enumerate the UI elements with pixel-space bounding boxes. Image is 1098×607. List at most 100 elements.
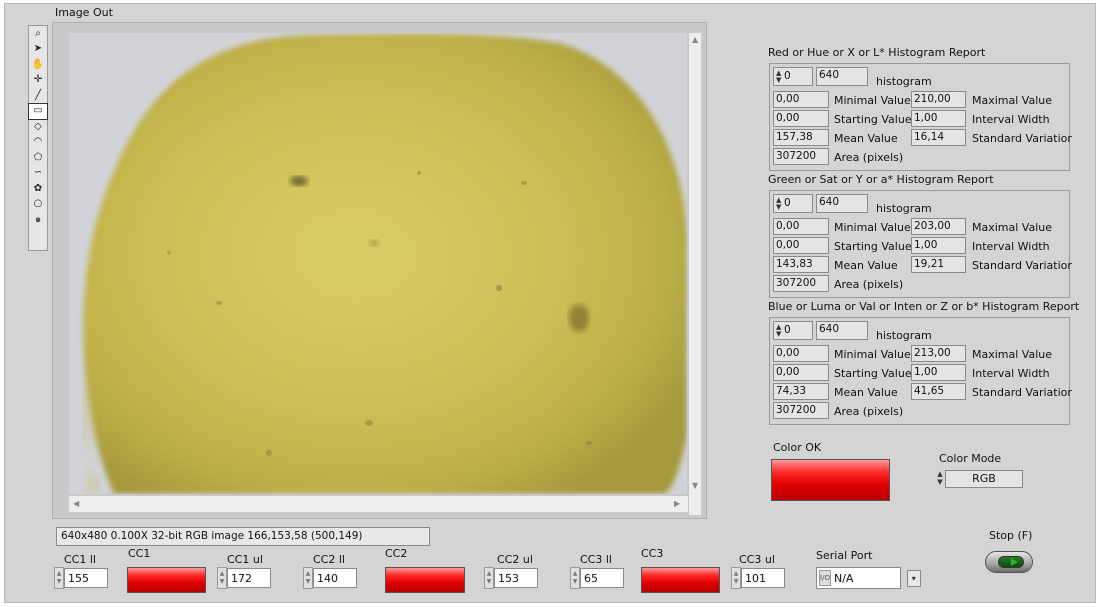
horizontal-scrollbar[interactable]: ◀ ▶	[69, 495, 688, 512]
freehand-tool-icon[interactable]: ∽	[29, 166, 47, 182]
image-display[interactable]	[69, 33, 687, 494]
annulus-icon[interactable]: ◠	[29, 135, 47, 151]
histogram-index-control[interactable]: ▲ ▼ 0	[773, 321, 813, 340]
increment-decrement-icon[interactable]: ▲ ▼	[731, 567, 741, 589]
histogram-report-title: Red or Hue or X or L* Histogram Report	[768, 46, 986, 59]
crosshair-point-icon[interactable]: ✛	[29, 73, 47, 89]
image-out-label: Image Out	[55, 6, 113, 19]
cc2-label: CC2	[385, 547, 408, 560]
roi-toolbar: ⌕ ➤ ✋ ✛ ╱ ▭ ◇ ◠ ⬠ ∽ ✿ ○ ๑	[28, 25, 48, 251]
mean-value-label: Mean Value	[834, 259, 898, 272]
max-value: 203,00	[911, 218, 966, 235]
serial-port-selector[interactable]: I/O N/A ▾	[816, 567, 921, 589]
increment-decrement-icon[interactable]: ▲ ▼	[217, 567, 227, 589]
cc2-ll-input[interactable]: 140	[313, 568, 357, 588]
cc2-ll-control[interactable]: ▲ ▼ 140	[303, 567, 357, 589]
area-value: 307200	[773, 275, 829, 292]
max-value-label: Maximal Value	[972, 348, 1053, 361]
mean-value-label: Mean Value	[834, 386, 898, 399]
cc1-ul-label: CC1 ul	[227, 553, 263, 566]
dropdown-arrow-icon[interactable]: ▾	[906, 569, 921, 587]
spiral-tool-icon[interactable]: ๑	[29, 212, 47, 228]
cc1-ul-control[interactable]: ▲ ▼ 172	[217, 567, 271, 589]
rectangle-tool-icon[interactable]: ▭	[28, 102, 48, 120]
max-value-label: Maximal Value	[972, 221, 1053, 234]
interval-label: Interval Width	[972, 367, 1050, 380]
std-value-label: Standard Variatior	[972, 386, 1072, 399]
serial-port-field[interactable]: I/O N/A	[816, 567, 901, 589]
start-value: 0,00	[773, 237, 829, 254]
cc2-ul-label: CC2 ul	[497, 553, 533, 566]
cc1-label: CC1	[128, 547, 151, 560]
std-value-label: Standard Variatior	[972, 259, 1072, 272]
play-arrow-icon	[1011, 558, 1018, 566]
color-mode-label: Color Mode	[939, 452, 1002, 465]
histogram-index-control[interactable]: ▲ ▼ 0	[773, 67, 813, 86]
cc1-ul-input[interactable]: 172	[227, 568, 271, 588]
stop-button[interactable]	[985, 551, 1033, 573]
cc2-ul-control[interactable]: ▲ ▼ 153	[484, 567, 538, 589]
line-tool-icon[interactable]: ╱	[29, 88, 47, 104]
mean-value-label: Mean Value	[834, 132, 898, 145]
freehand-region-icon[interactable]: ✿	[29, 181, 47, 197]
histogram-size-value: 640	[816, 194, 868, 213]
scroll-down-icon[interactable]: ▼	[692, 481, 698, 490]
color-ok-indicator	[771, 459, 890, 501]
color-mode-selector[interactable]: ▲ ▼ RGB	[935, 470, 1025, 488]
rotated-rectangle-icon[interactable]: ◇	[29, 119, 47, 135]
cc1-ll-input[interactable]: 155	[64, 568, 108, 588]
increment-decrement-icon[interactable]: ▲ ▼	[484, 567, 494, 589]
cc3-ul-input[interactable]: 101	[741, 568, 785, 588]
polygon-tool-icon[interactable]: ⬠	[29, 150, 47, 166]
area-label: Area (pixels)	[834, 278, 904, 291]
color-ok-label: Color OK	[773, 441, 822, 454]
max-value-label: Maximal Value	[972, 94, 1053, 107]
cc1-ll-control[interactable]: ▲ ▼ 155	[54, 567, 108, 589]
cc3-ll-input[interactable]: 65	[580, 568, 624, 588]
interval-label: Interval Width	[972, 113, 1050, 126]
increment-decrement-icon[interactable]: ▲ ▼	[303, 567, 313, 589]
scroll-right-icon[interactable]: ▶	[674, 499, 680, 508]
vertical-scrollbar[interactable]: ▲ ▼	[688, 33, 701, 515]
histogram-index-value: 0	[784, 70, 791, 82]
cc3-label: CC3	[641, 547, 664, 560]
interval-value: 1,00	[911, 237, 966, 254]
increment-decrement-icon[interactable]: ▲ ▼	[54, 567, 64, 589]
pointer-icon[interactable]: ➤	[29, 42, 47, 58]
min-value-label: Minimal Value	[834, 94, 911, 107]
cc3-ll-control[interactable]: ▲ ▼ 65	[570, 567, 624, 589]
start-value-label: Starting Value	[834, 367, 912, 380]
histogram-report-title: Green or Sat or Y or a* Histogram Report	[768, 173, 994, 186]
ring-updown-icon[interactable]: ▲ ▼	[776, 197, 784, 211]
histogram-label: histogram	[876, 329, 932, 342]
scroll-left-icon[interactable]: ◀	[73, 499, 79, 508]
scroll-up-icon[interactable]: ▲	[692, 35, 698, 44]
max-value: 210,00	[911, 91, 966, 108]
area-value: 307200	[773, 402, 829, 419]
min-value: 0,00	[773, 91, 829, 108]
zoom-icon[interactable]: ⌕	[29, 26, 47, 42]
ring-updown-icon[interactable]: ▲ ▼	[935, 470, 945, 488]
cc1-indicator	[127, 567, 206, 593]
oval-tool-icon[interactable]: ○	[29, 197, 47, 213]
cc2-ul-input[interactable]: 153	[494, 568, 538, 588]
start-value-label: Starting Value	[834, 240, 912, 253]
ring-updown-icon[interactable]: ▲ ▼	[776, 70, 784, 84]
color-mode-value: RGB	[945, 470, 1023, 488]
increment-decrement-icon[interactable]: ▲ ▼	[570, 567, 580, 589]
pan-hand-icon[interactable]: ✋	[29, 57, 47, 73]
max-value: 213,00	[911, 345, 966, 362]
cc2-indicator	[385, 567, 465, 593]
histogram-size-value: 640	[816, 321, 868, 340]
histogram-index-control[interactable]: ▲ ▼ 0	[773, 194, 813, 213]
cc3-ul-control[interactable]: ▲ ▼ 101	[731, 567, 785, 589]
stop-label: Stop (F)	[989, 529, 1033, 542]
std-value: 19,21	[911, 256, 966, 273]
area-value: 307200	[773, 148, 829, 165]
start-value-label: Starting Value	[834, 113, 912, 126]
ring-updown-icon[interactable]: ▲ ▼	[776, 324, 784, 338]
min-value: 0,00	[773, 345, 829, 362]
mean-value: 157,38	[773, 129, 829, 146]
std-value: 16,14	[911, 129, 966, 146]
cc1-ll-label: CC1 ll	[64, 553, 96, 566]
